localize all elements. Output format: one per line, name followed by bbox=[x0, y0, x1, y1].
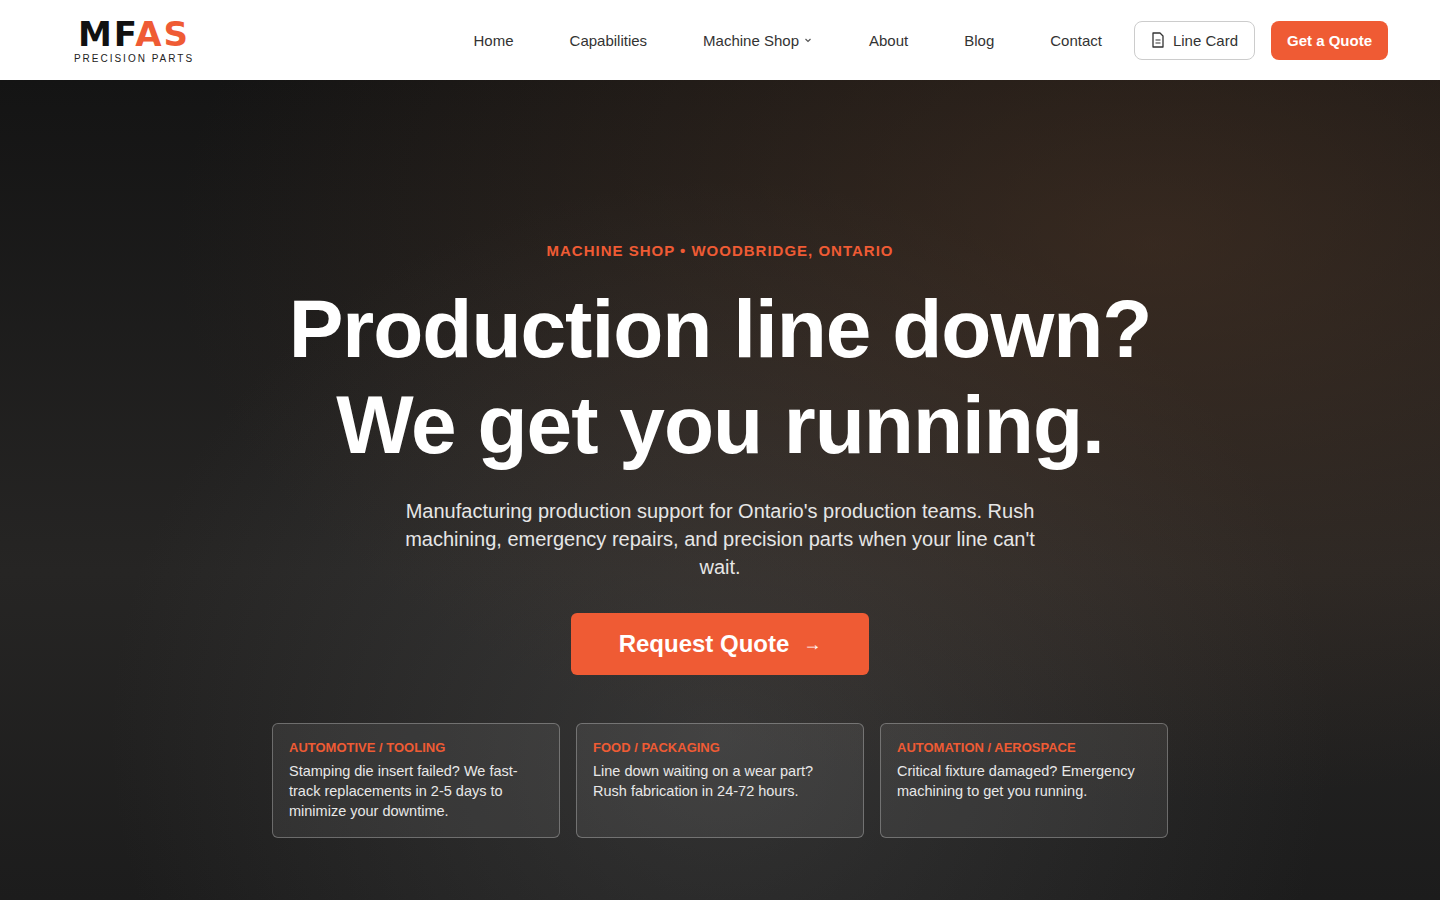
get-quote-button[interactable]: Get a Quote bbox=[1271, 21, 1388, 60]
industry-card: AUTOMOTIVE / TOOLING Stamping die insert … bbox=[272, 723, 560, 838]
hero: MACHINE SHOP • WOODBRIDGE, ONTARIO Produc… bbox=[0, 80, 1440, 900]
card-tag: AUTOMATION / AEROSPACE bbox=[897, 740, 1151, 755]
hero-title: Production line down?We get you running. bbox=[289, 281, 1152, 473]
main-nav: Home Capabilities Machine Shop About Blo… bbox=[446, 32, 1130, 49]
nav-item[interactable]: Contact bbox=[1022, 32, 1130, 49]
nav-item[interactable]: Blog bbox=[936, 32, 1022, 49]
hero-subtitle: Manufacturing production support for Ont… bbox=[395, 497, 1045, 581]
card-text: Critical fixture damaged? Emergency mach… bbox=[897, 761, 1151, 801]
card-tag: FOOD / PACKAGING bbox=[593, 740, 847, 755]
header-actions: Line Card Get a Quote bbox=[1134, 21, 1388, 60]
request-quote-button[interactable]: Request Quote → bbox=[571, 613, 870, 675]
nav-item[interactable]: Home bbox=[446, 32, 542, 49]
industry-card: FOOD / PACKAGING Line down waiting on a w… bbox=[576, 723, 864, 838]
nav-item[interactable]: About bbox=[841, 32, 936, 49]
card-text: Line down waiting on a wear part? Rush f… bbox=[593, 761, 847, 801]
industry-cards: AUTOMOTIVE / TOOLING Stamping die insert … bbox=[272, 723, 1168, 838]
document-icon bbox=[1151, 32, 1165, 48]
hero-eyebrow: MACHINE SHOP • WOODBRIDGE, ONTARIO bbox=[546, 242, 893, 259]
logo-tagline: PRECISION PARTS bbox=[74, 53, 194, 64]
arrow-icon: → bbox=[803, 634, 821, 655]
site-header: MFAS PRECISION PARTS Home Capabilities Mac… bbox=[0, 0, 1440, 80]
card-text: Stamping die insert failed? We fast-trac… bbox=[289, 761, 543, 821]
nav-item[interactable]: Capabilities bbox=[542, 32, 676, 49]
page: MFAS PRECISION PARTS Home Capabilities Mac… bbox=[0, 0, 1440, 900]
hero-content: MACHINE SHOP • WOODBRIDGE, ONTARIO Produc… bbox=[272, 80, 1168, 900]
logo[interactable]: MFAS PRECISION PARTS bbox=[52, 17, 216, 64]
logo-mark: MFAS bbox=[78, 17, 190, 51]
line-card-button[interactable]: Line Card bbox=[1134, 21, 1255, 60]
industry-card: AUTOMATION / AEROSPACE Critical fixture d… bbox=[880, 723, 1168, 838]
card-tag: AUTOMOTIVE / TOOLING bbox=[289, 740, 543, 755]
chevron-down-icon bbox=[803, 35, 813, 45]
nav-item[interactable]: Machine Shop bbox=[675, 32, 841, 49]
